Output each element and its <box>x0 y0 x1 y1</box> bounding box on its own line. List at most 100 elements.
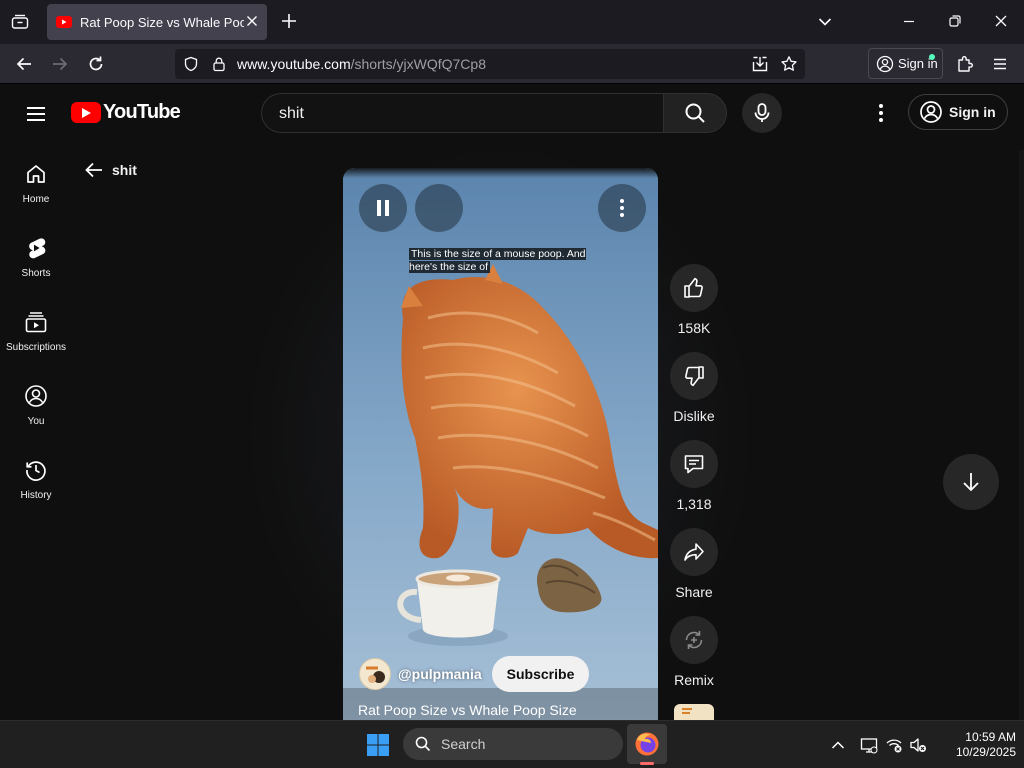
channel-handle[interactable]: @pulpmania <box>398 666 482 682</box>
voice-search-button[interactable] <box>742 93 782 133</box>
arrow-left-icon <box>84 160 104 180</box>
windows-start-icon[interactable] <box>366 733 390 757</box>
guide-item-label: Shorts <box>21 268 51 279</box>
back-arrow-icon[interactable] <box>14 54 34 74</box>
tracking-shield-icon[interactable] <box>183 56 199 72</box>
notification-dot <box>929 54 935 60</box>
youtube-wordmark: YouTube <box>103 101 181 123</box>
close-tab-icon[interactable] <box>245 14 259 28</box>
channel-avatar[interactable] <box>359 658 391 690</box>
mini-guide: Home Shorts Subscriptions You History <box>0 142 72 720</box>
shorts-icon <box>24 236 48 260</box>
dislike-label: Dislike <box>673 408 715 424</box>
url-text: www.youtube.com/shorts/yjxWQfQ7Cp8 <box>237 56 486 72</box>
browser-toolbar: www.youtube.com/shorts/yjxWQfQ7Cp8 Sign … <box>0 44 1024 84</box>
home-icon <box>24 162 48 186</box>
search-button[interactable] <box>663 93 727 133</box>
guide-item-shorts[interactable]: Shorts <box>0 216 72 290</box>
comment-count: 1,318 <box>676 496 712 512</box>
thumbs-up-icon <box>682 276 706 300</box>
network-disconnected-icon[interactable] <box>885 736 903 754</box>
subscribe-button[interactable]: Subscribe <box>491 656 590 692</box>
tray-overflow-icon[interactable] <box>830 737 846 753</box>
you-icon <box>24 384 48 408</box>
search-query-text: shit <box>279 105 304 122</box>
comments-button[interactable] <box>670 440 718 488</box>
comments-action[interactable]: 1,318 <box>669 440 719 512</box>
minimize-icon[interactable] <box>902 14 916 28</box>
more-vert-icon <box>619 198 625 218</box>
address-bar[interactable]: www.youtube.com/shorts/yjxWQfQ7Cp8 <box>175 49 805 79</box>
pause-button[interactable] <box>359 184 407 232</box>
close-window-icon[interactable] <box>994 14 1008 28</box>
volume-muted-icon[interactable] <box>909 736 927 754</box>
youtube-logo[interactable]: YouTube <box>71 101 181 124</box>
share-button[interactable] <box>670 528 718 576</box>
youtube-play-icon <box>71 102 101 123</box>
chevron-down-icon[interactable] <box>817 14 833 30</box>
share-arrow-icon <box>682 540 706 564</box>
share-action[interactable]: Share <box>669 528 719 600</box>
guide-item-history[interactable]: History <box>0 438 72 512</box>
running-indicator <box>640 762 654 765</box>
clock-date: 10/29/2025 <box>955 745 1016 759</box>
sound-thumbnail[interactable] <box>674 704 714 720</box>
youtube-favicon-icon <box>56 16 72 28</box>
like-count: 158K <box>677 320 711 336</box>
search-input[interactable]: shit <box>261 93 663 133</box>
lock-icon[interactable] <box>211 56 227 72</box>
forward-arrow-icon[interactable] <box>50 54 70 74</box>
system-clock[interactable]: 10:59 AM 10/29/2025 <box>936 730 1016 760</box>
like-action[interactable]: 158K <box>669 264 719 336</box>
guide-item-label: History <box>20 490 52 501</box>
remix-icon <box>682 628 706 652</box>
remix-action[interactable]: Remix <box>669 616 719 688</box>
dislike-button[interactable] <box>670 352 718 400</box>
new-tab-icon[interactable] <box>280 12 298 30</box>
browser-tab-active[interactable]: Rat Poop Size vs Whale Poop Si <box>47 4 267 40</box>
back-to-search-button[interactable]: shit <box>84 160 137 180</box>
taskbar-search-label: Search <box>441 736 486 752</box>
remix-button[interactable] <box>670 616 718 664</box>
player-more-button[interactable] <box>598 184 646 232</box>
windows-taskbar: Search 10:59 AM 10/29/2025 <box>0 720 1024 768</box>
guide-item-you[interactable]: You <box>0 364 72 438</box>
guide-item-label: You <box>27 416 45 427</box>
video-title[interactable]: Rat Poop Size vs Whale Poop Size <box>358 702 577 718</box>
volume-button[interactable] <box>415 184 463 232</box>
extensions-icon[interactable] <box>955 54 975 74</box>
like-button[interactable] <box>670 264 718 312</box>
channel-row: @pulpmania Subscribe <box>359 656 590 692</box>
firefox-account-button[interactable]: Sign in <box>868 48 943 79</box>
bookmark-star-icon[interactable] <box>780 55 798 73</box>
page-scrollbar[interactable] <box>1019 150 1024 720</box>
pause-icon <box>375 199 391 217</box>
youtube-signin-button[interactable]: Sign in <box>908 94 1008 130</box>
remix-label: Remix <box>674 672 714 688</box>
thumbs-down-icon <box>682 364 706 388</box>
hamburger-menu-icon[interactable] <box>990 54 1010 74</box>
guide-item-subscriptions[interactable]: Subscriptions <box>0 290 72 364</box>
taskbar-firefox[interactable] <box>627 724 667 765</box>
taskbar-search[interactable]: Search <box>403 728 623 760</box>
tab-list-icon[interactable] <box>8 10 32 34</box>
account-circle-icon <box>919 100 943 124</box>
display-icon[interactable] <box>860 736 878 754</box>
youtube-header: YouTube shit Sign in <box>0 84 1024 142</box>
next-video-button[interactable] <box>943 454 999 510</box>
arrow-down-icon <box>959 470 983 494</box>
tab-title: Rat Poop Size vs Whale Poop Si <box>80 14 244 30</box>
search-icon <box>683 101 707 125</box>
dislike-action[interactable]: Dislike <box>669 352 719 424</box>
restore-icon[interactable] <box>948 14 962 28</box>
guide-item-home[interactable]: Home <box>0 142 72 216</box>
comment-icon <box>682 452 706 476</box>
search-icon <box>415 736 431 752</box>
save-to-pocket-icon[interactable] <box>751 55 769 73</box>
reload-icon[interactable] <box>86 54 106 74</box>
video-caption: This is the size of a mouse poop. And he… <box>409 248 586 273</box>
guide-menu-icon[interactable] <box>24 102 48 126</box>
more-vert-icon[interactable] <box>869 101 893 125</box>
firefox-icon <box>634 731 660 757</box>
shorts-video-player[interactable]: This is the size of a mouse poop. And he… <box>343 168 658 720</box>
